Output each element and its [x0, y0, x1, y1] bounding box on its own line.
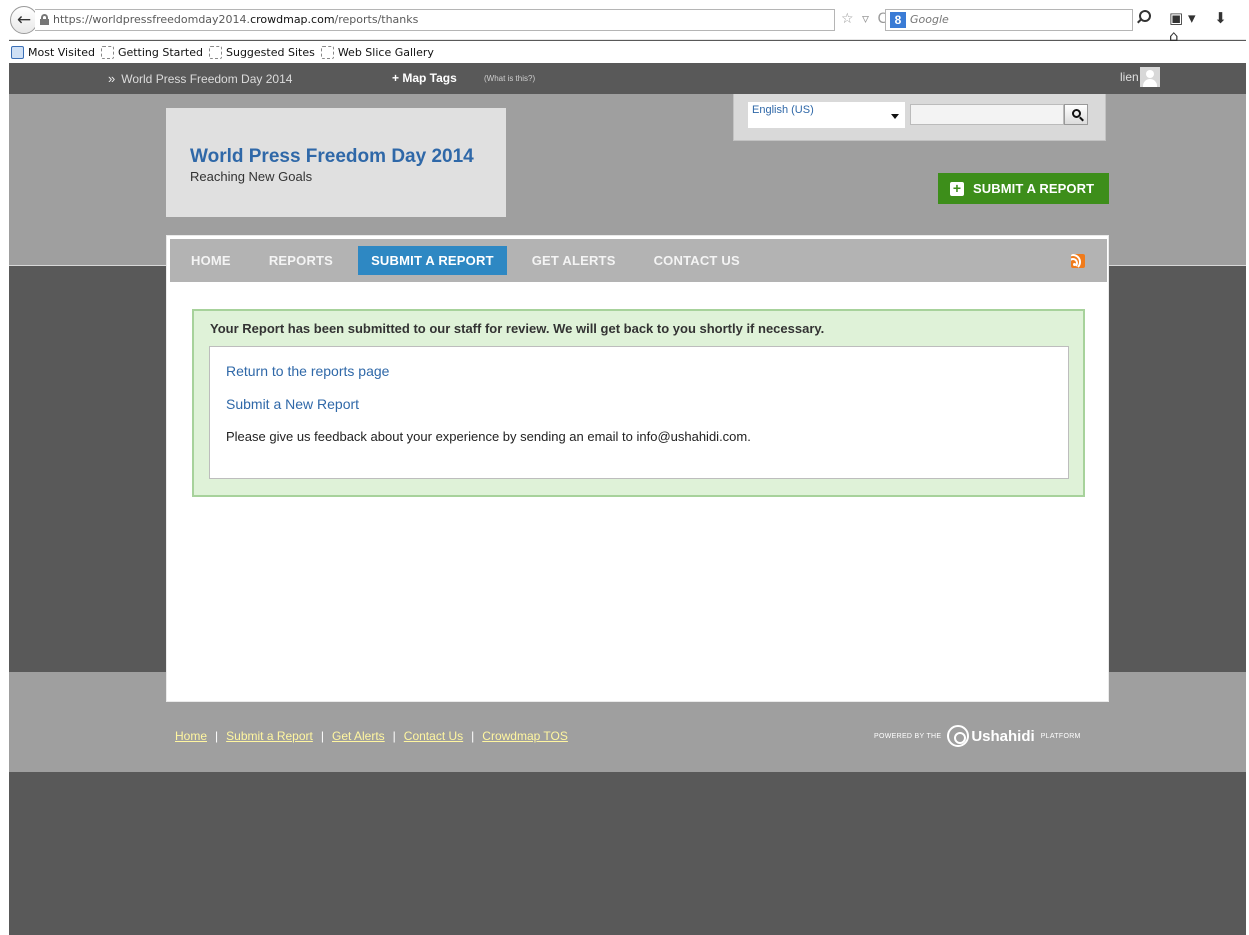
powered-by-ushahidi[interactable]: POWERED BY THE Ushahidi PLATFORM — [874, 725, 1081, 747]
url-controls[interactable]: ☆ ▿ C — [841, 11, 889, 27]
google-icon: 8 — [890, 12, 906, 28]
bookmark-web-slice-gallery[interactable]: Web Slice Gallery — [320, 45, 434, 59]
browser-search-icon[interactable] — [1136, 10, 1151, 24]
url-prefix: https://worldpressfreedomday2014. — [53, 13, 251, 26]
footer-link-contact-us[interactable]: Contact Us — [404, 729, 463, 743]
main-nav: HOME REPORTS SUBMIT A REPORT GET ALERTS … — [170, 239, 1107, 282]
bookmark-getting-started[interactable]: Getting Started — [100, 45, 203, 59]
chevron-right-icon: » — [108, 71, 116, 86]
bookmarks-bar: Most Visited Getting Started Suggested S… — [9, 41, 1246, 63]
bookmark-most-visited[interactable]: Most Visited — [11, 45, 95, 59]
deployment-link[interactable]: » World Press Freedom Day 2014 — [108, 71, 292, 86]
search-engine-label: Google — [910, 13, 949, 26]
download-icon[interactable]: ⬇ — [1214, 9, 1227, 27]
footer-link-crowdmap-tos[interactable]: Crowdmap TOS — [482, 729, 568, 743]
url-domain: crowdmap.com — [250, 13, 335, 26]
footer-link-get-alerts[interactable]: Get Alerts — [332, 729, 385, 743]
bookmark-icon — [320, 45, 334, 59]
nav-home[interactable]: HOME — [178, 246, 244, 275]
map-tags-link[interactable]: + Map Tags — [392, 71, 457, 85]
site-logo-box[interactable]: World Press Freedom Day 2014 Reaching Ne… — [166, 108, 506, 217]
ushahidi-logo-icon — [947, 725, 970, 747]
browser-tools: ▣ ▾ ⬇ ⌂ — [1169, 9, 1246, 45]
plus-icon: + — [950, 181, 964, 196]
site-top-bar: » World Press Freedom Day 2014 + Map Tags… — [9, 63, 1246, 94]
content-card: HOME REPORTS SUBMIT A REPORT GET ALERTS … — [166, 235, 1109, 702]
footer-separator: | — [392, 729, 396, 743]
footer-separator: | — [320, 729, 324, 743]
footer-link-home[interactable]: Home — [175, 729, 207, 743]
bookmark-icon — [209, 45, 222, 59]
search-icon-handle — [1079, 116, 1084, 122]
bookmark-label: Suggested Sites — [226, 45, 315, 59]
bookmark-icon — [100, 45, 114, 59]
site-search-button[interactable] — [1064, 104, 1088, 125]
ushahidi-wordmark: Ushahidi — [971, 727, 1035, 745]
language-value: English (US) — [752, 104, 814, 116]
platform-text: PLATFORM — [1040, 732, 1081, 740]
address-bar[interactable]: https://worldpressfreedomday2014.crowdma… — [35, 9, 835, 31]
return-to-reports-link[interactable]: Return to the reports page — [226, 363, 1052, 379]
map-tags-help-link[interactable]: (What is this?) — [484, 74, 535, 83]
site-tagline: Reaching New Goals — [190, 169, 313, 184]
nav-reports[interactable]: REPORTS — [256, 246, 346, 275]
rss-icon[interactable] — [1071, 254, 1085, 268]
most-visited-icon — [11, 45, 24, 59]
browser-search-bar[interactable]: 8 Google — [885, 9, 1133, 31]
footer-link-submit-report[interactable]: Submit a Report — [226, 729, 313, 743]
back-button[interactable]: ← — [10, 6, 38, 34]
footer-separator: | — [215, 729, 219, 743]
footer-links: Home | Submit a Report | Get Alerts | Contact … — [175, 729, 568, 743]
submit-report-button[interactable]: + SUBMIT A REPORT — [938, 173, 1109, 204]
user-name[interactable]: lien — [1120, 70, 1139, 84]
bookmark-suggested-sites[interactable]: Suggested Sites — [209, 45, 315, 59]
nav-submit-report[interactable]: SUBMIT A REPORT — [358, 246, 507, 275]
deployment-name: World Press Freedom Day 2014 — [121, 72, 293, 86]
bookmarks-menu-icon[interactable]: ▣ ▾ — [1169, 9, 1195, 27]
avatar[interactable] — [1140, 67, 1160, 87]
follow-up-box: Return to the reports page Submit a New … — [209, 346, 1069, 479]
nav-contact-us[interactable]: CONTACT US — [641, 246, 753, 275]
submit-report-label: SUBMIT A REPORT — [973, 181, 1095, 196]
success-message: Your Report has been submitted to our st… — [210, 321, 825, 336]
site-title[interactable]: World Press Freedom Day 2014 — [190, 146, 474, 168]
bookmark-label: Most Visited — [28, 45, 95, 59]
lock-icon — [40, 14, 49, 25]
caret-down-icon — [891, 114, 899, 119]
submit-new-report-link[interactable]: Submit a New Report — [226, 396, 1052, 412]
footer-separator: | — [471, 729, 475, 743]
nav-get-alerts[interactable]: GET ALERTS — [519, 246, 629, 275]
language-select[interactable]: English (US) — [748, 102, 905, 128]
bookmark-label: Web Slice Gallery — [337, 45, 434, 59]
url-path: /reports/thanks — [334, 13, 419, 26]
powered-by-text: POWERED BY THE — [874, 732, 942, 740]
success-message-box: Your Report has been submitted to our st… — [192, 309, 1085, 497]
feedback-text: Please give us feedback about your exper… — [226, 429, 751, 444]
site-search-input[interactable] — [910, 104, 1064, 125]
language-search-panel: English (US) — [733, 94, 1106, 141]
bookmark-label: Getting Started — [117, 45, 203, 59]
back-arrow-icon: ← — [16, 10, 32, 30]
browser-toolbar: ← https://worldpressfreedomday2014.crowd… — [9, 0, 1246, 45]
